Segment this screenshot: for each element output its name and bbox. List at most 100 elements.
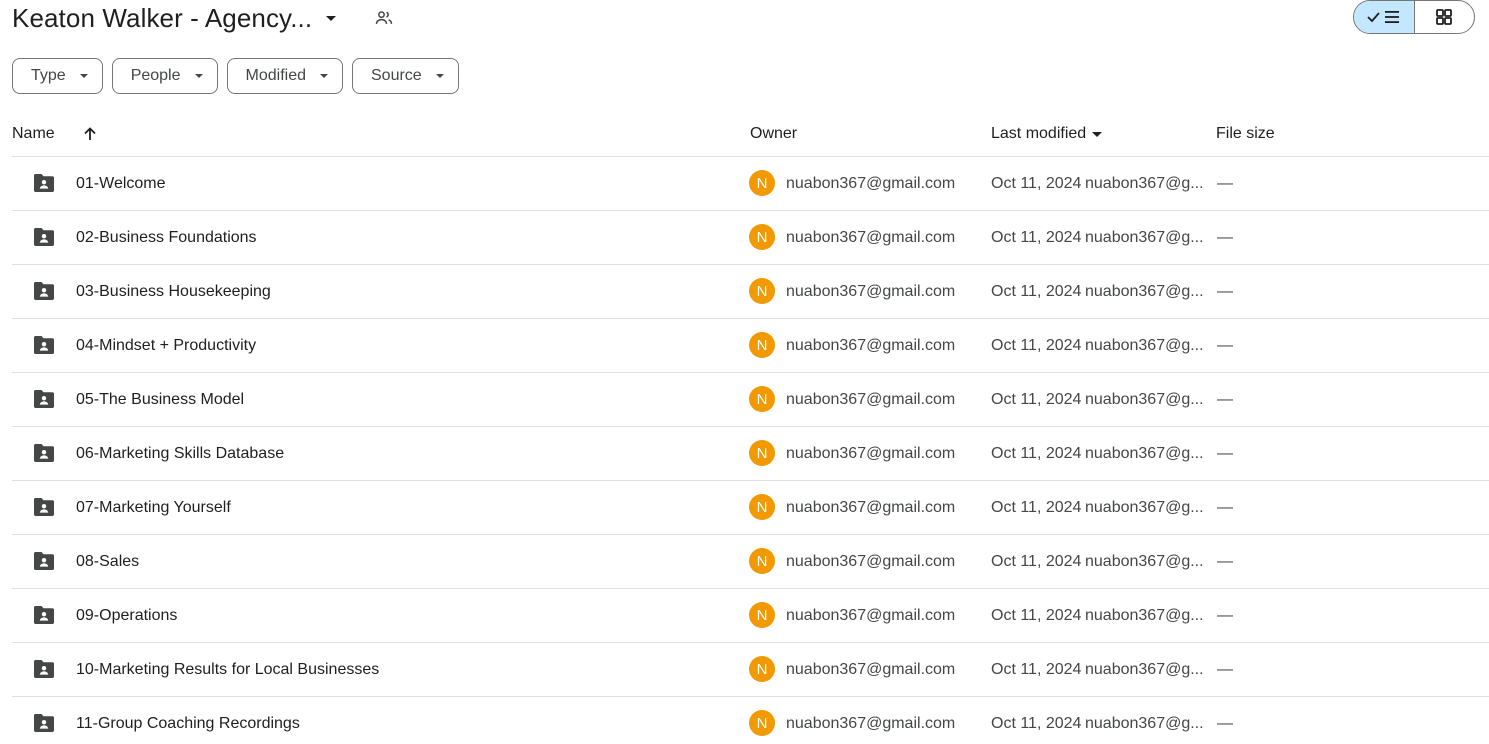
owner-email: nuabon367@gmail.com [786,336,956,354]
file-name: 01-Welcome [76,174,166,192]
file-name: 03-Business Housekeeping [76,282,271,300]
table-row[interactable]: 04-Mindset + Productivity N nuabon367@gm… [12,319,1489,373]
shared-folder-icon [34,606,54,624]
table-row[interactable]: 08-Sales N nuabon367@gmail.com Oct 11, 2… [12,535,1489,589]
owner-email: nuabon367@gmail.com [786,282,956,300]
last-modified-date: Oct 11, 2024 [991,390,1082,408]
caret-down-icon [79,74,88,78]
filter-label: People [130,67,181,84]
shared-folder-icon [34,390,54,408]
avatar: N [749,170,775,196]
column-header-file-size[interactable]: File size [1216,112,1275,156]
filter-bar: Type People Modified Source [12,58,459,94]
avatar: N [749,710,775,736]
file-size: — [1217,228,1233,246]
avatar: N [749,656,775,682]
list-view-button[interactable] [1354,1,1415,33]
arrow-up-icon [84,127,96,140]
file-name: 09-Operations [76,606,178,624]
file-list: 01-Welcome N nuabon367@gmail.com Oct 11,… [12,157,1489,744]
caret-down-icon [1092,131,1103,137]
filter-label: Source [371,67,422,84]
owner-email: nuabon367@gmail.com [786,606,956,624]
modified-by: nuabon367@g... [1085,336,1204,354]
table-row[interactable]: 10-Marketing Results for Local Businesse… [12,643,1489,697]
header: Keaton Walker - Agency... [0,0,1489,40]
folder-title-button[interactable]: Keaton Walker - Agency... [12,0,337,36]
filter-type-chip[interactable]: Type [12,58,103,94]
file-size: — [1217,282,1233,300]
shared-folder-icon [34,444,54,462]
file-size: — [1217,390,1233,408]
avatar: N [749,548,775,574]
table-row[interactable]: 06-Marketing Skills Database N nuabon367… [12,427,1489,481]
file-name: 10-Marketing Results for Local Businesse… [76,660,380,678]
shared-folder-icon [34,714,54,732]
file-name: 06-Marketing Skills Database [76,444,285,462]
last-modified-date: Oct 11, 2024 [991,174,1082,192]
filter-label: Modified [245,67,306,84]
avatar: N [749,494,775,520]
avatar: N [749,332,775,358]
last-modified-date: Oct 11, 2024 [991,336,1082,354]
modified-by: nuabon367@g... [1085,174,1204,192]
shared-people-icon[interactable] [373,8,395,28]
shared-folder-icon [34,174,54,192]
filter-source-chip[interactable]: Source [352,58,459,94]
file-name: 05-The Business Model [76,390,245,408]
avatar: N [749,386,775,412]
file-size: — [1217,444,1233,462]
file-size: — [1217,336,1233,354]
column-header-label: Last modified [991,125,1087,142]
table-header: Name Owner Last modified File size [12,112,1489,157]
column-header-name[interactable]: Name [12,112,55,156]
caret-down-icon [435,74,444,78]
grid-icon [1436,9,1453,25]
filter-people-chip[interactable]: People [111,58,218,94]
avatar: N [749,602,775,628]
table-row[interactable]: 03-Business Housekeeping N nuabon367@gma… [12,265,1489,319]
file-size: — [1217,660,1233,678]
folder-title: Keaton Walker - Agency... [12,2,313,33]
modified-by: nuabon367@g... [1085,660,1204,678]
shared-folder-icon [34,552,54,570]
modified-by: nuabon367@g... [1085,606,1204,624]
owner-email: nuabon367@gmail.com [786,228,956,246]
last-modified-date: Oct 11, 2024 [991,606,1082,624]
last-modified-date: Oct 11, 2024 [991,552,1082,570]
filter-modified-chip[interactable]: Modified [226,58,343,94]
file-size: — [1217,498,1233,516]
file-size: — [1217,714,1233,732]
grid-view-button[interactable] [1415,1,1475,33]
last-modified-date: Oct 11, 2024 [991,228,1082,246]
table-row[interactable]: 01-Welcome N nuabon367@gmail.com Oct 11,… [12,157,1489,211]
filter-label: Type [31,67,66,84]
table-row[interactable]: 07-Marketing Yourself N nuabon367@gmail.… [12,481,1489,535]
owner-email: nuabon367@gmail.com [786,498,956,516]
shared-folder-icon [34,228,54,246]
table-row[interactable]: 02-Business Foundations N nuabon367@gmai… [12,211,1489,265]
owner-email: nuabon367@gmail.com [786,174,956,192]
table-row[interactable]: 05-The Business Model N nuabon367@gmail.… [12,373,1489,427]
drive-folder-page: Keaton Walker - Agency... Type People Mo… [0,0,1489,744]
sort-direction-button[interactable] [80,112,100,156]
last-modified-date: Oct 11, 2024 [991,282,1082,300]
table-row[interactable]: 11-Group Coaching Recordings N nuabon367… [12,697,1489,744]
file-name: 04-Mindset + Productivity [76,336,257,354]
owner-email: nuabon367@gmail.com [786,714,956,732]
caret-down-icon [326,15,337,21]
owner-email: nuabon367@gmail.com [786,660,956,678]
caret-down-icon [194,74,203,78]
column-header-owner[interactable]: Owner [750,112,797,156]
file-name: 02-Business Foundations [76,228,257,246]
last-modified-date: Oct 11, 2024 [991,444,1082,462]
file-size: — [1217,606,1233,624]
modified-by: nuabon367@g... [1085,552,1204,570]
check-list-icon [1367,11,1399,23]
shared-folder-icon [34,498,54,516]
column-header-last-modified[interactable]: Last modified [991,112,1103,156]
last-modified-date: Oct 11, 2024 [991,498,1082,516]
table-row[interactable]: 09-Operations N nuabon367@gmail.com Oct … [12,589,1489,643]
modified-by: nuabon367@g... [1085,390,1204,408]
shared-folder-icon [34,282,54,300]
